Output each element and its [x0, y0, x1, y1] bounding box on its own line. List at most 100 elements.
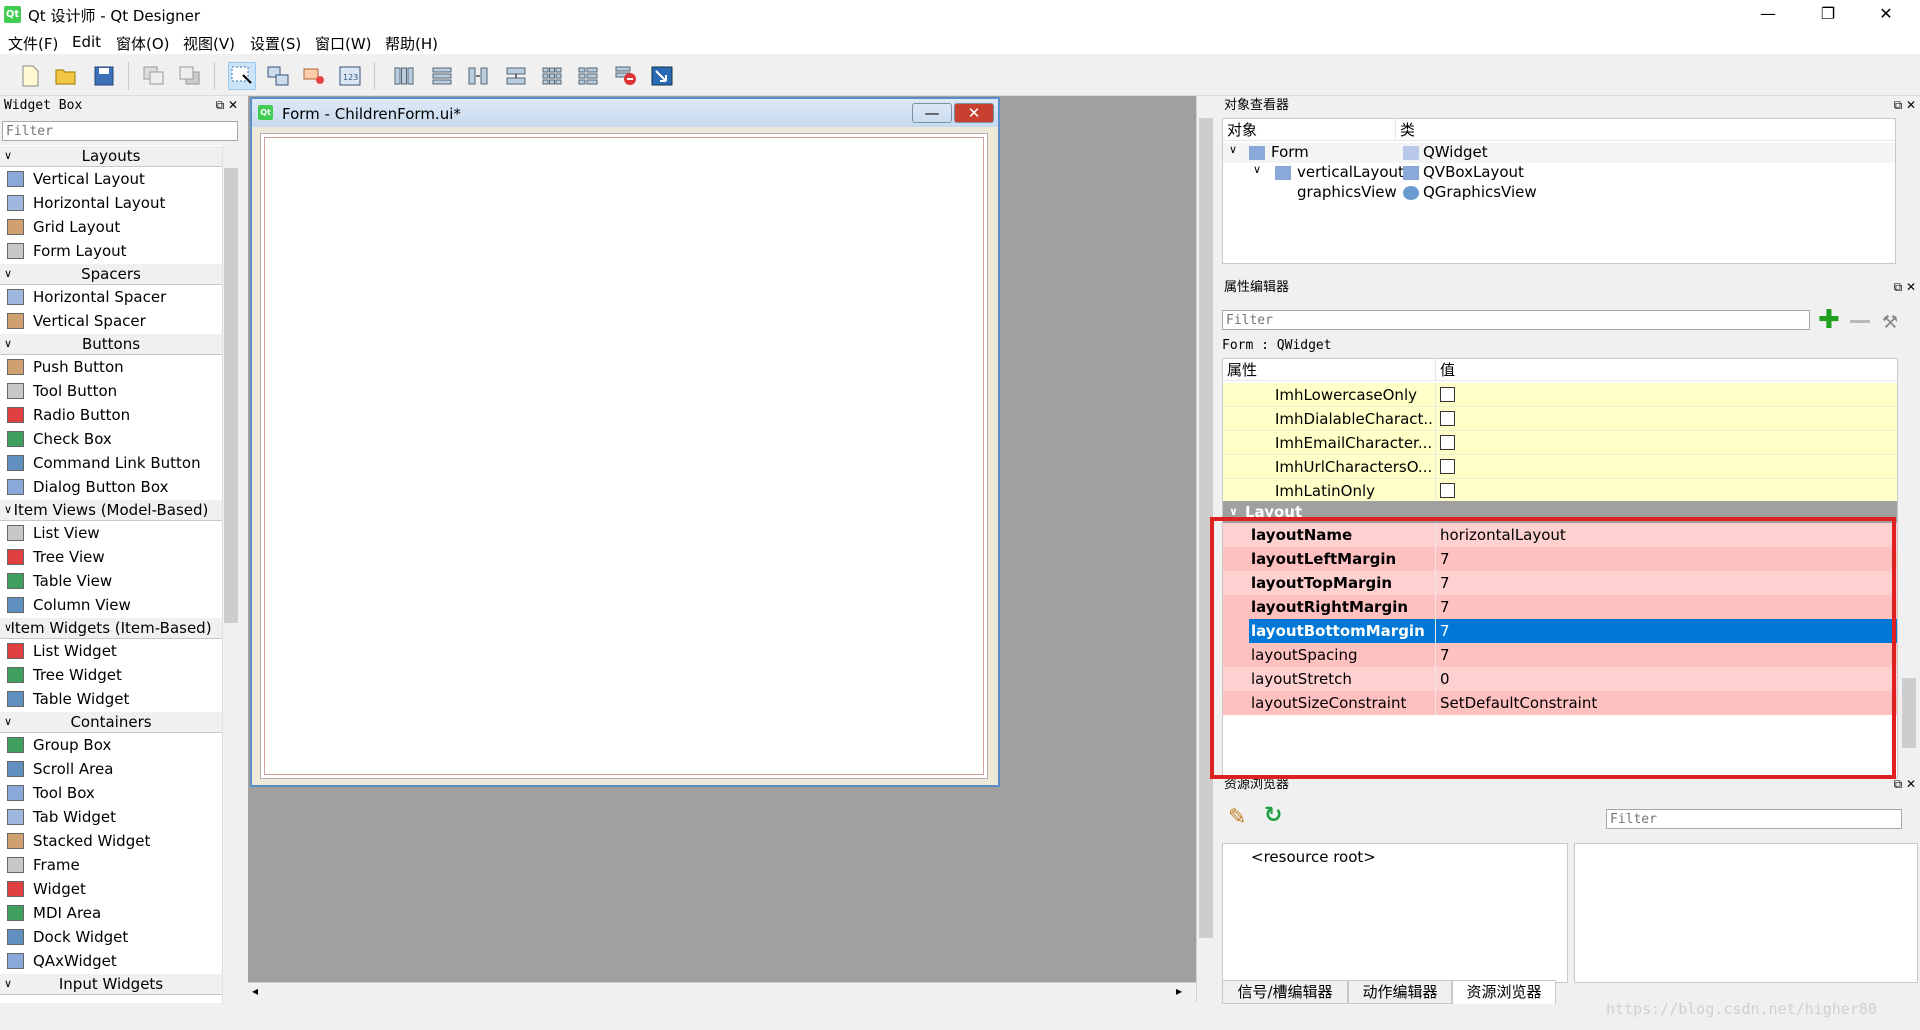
form-window-titlebar[interactable]: Qt Form - ChildrenForm.ui* — ✕ — [252, 99, 998, 127]
new-file-icon[interactable] — [16, 62, 44, 90]
widget-item[interactable]: MDI Area — [0, 901, 222, 925]
edit-buddies-icon[interactable] — [300, 62, 328, 90]
property-filter-input[interactable] — [1222, 310, 1810, 330]
widget-item[interactable]: Vertical Spacer — [0, 309, 222, 333]
break-layout-icon[interactable] — [612, 62, 640, 90]
widget-item[interactable]: Horizontal Spacer — [0, 285, 222, 309]
col-property-header[interactable]: 属性 — [1227, 359, 1257, 381]
property-checkbox[interactable] — [1440, 458, 1455, 474]
widget-item[interactable]: Column View — [0, 593, 222, 617]
menu-form[interactable]: 窗体(O) — [116, 33, 170, 54]
widget-item[interactable]: Check Box — [0, 427, 222, 451]
chevron-down-icon[interactable]: ∨ — [4, 712, 12, 732]
widget-category[interactable]: ∨ Layouts — [0, 145, 222, 167]
col-class-header[interactable]: 类 — [1395, 119, 1415, 141]
property-row[interactable]: ImhLatinOnly — [1223, 479, 1897, 503]
property-row[interactable]: ImhLowercaseOnly — [1223, 383, 1897, 407]
edit-signals-slots-icon[interactable] — [264, 62, 292, 90]
widget-item[interactable]: Scroll Area — [0, 757, 222, 781]
object-row-form[interactable]: ∨ Form QWidget — [1223, 143, 1895, 163]
layout-vertical-splitter-icon[interactable] — [502, 62, 530, 90]
widget-item[interactable]: Table Widget — [0, 687, 222, 711]
widget-item[interactable]: Tree Widget — [0, 663, 222, 687]
col-object-header[interactable]: 对象 — [1227, 119, 1257, 141]
col-value-header[interactable]: 值 — [1435, 359, 1455, 381]
object-row-verticallayout[interactable]: ∨ verticalLayout QVBoxLayout — [1223, 163, 1895, 183]
widget-list-scroll-thumb[interactable] — [224, 168, 238, 623]
property-value[interactable] — [1435, 455, 1897, 479]
dock-float-close-icons[interactable]: ⧉ ✕ — [216, 98, 238, 113]
dock-float-close-icons[interactable]: ⧉ ✕ — [1894, 98, 1916, 113]
property-checkbox[interactable] — [1440, 482, 1455, 498]
scroll-right-icon[interactable]: ▸ — [1176, 984, 1182, 998]
configure-icon[interactable]: ⚒ — [1882, 312, 1898, 333]
widget-filter-input[interactable] — [2, 121, 238, 141]
widget-item[interactable]: Radio Button — [0, 403, 222, 427]
reload-icon[interactable]: ↻ — [1264, 803, 1282, 828]
scroll-left-icon[interactable]: ◂ — [252, 984, 258, 998]
tab-signal-slot-editor[interactable]: 信号/槽编辑器 — [1222, 980, 1348, 1004]
widget-item[interactable]: Frame — [0, 853, 222, 877]
widget-category[interactable]: ∨ Containers — [0, 711, 222, 733]
edit-widgets-icon[interactable] — [228, 62, 256, 90]
widget-category[interactable]: ∨ Buttons — [0, 333, 222, 355]
widget-item[interactable]: Tab Widget — [0, 805, 222, 829]
widget-item[interactable]: QAxWidget — [0, 949, 222, 973]
layout-horizontal-splitter-icon[interactable] — [464, 62, 492, 90]
widget-item[interactable]: Tree View — [0, 545, 222, 569]
widget-item[interactable]: Widget — [0, 877, 222, 901]
widget-item[interactable]: Grid Layout — [0, 215, 222, 239]
tab-action-editor[interactable]: 动作编辑器 — [1348, 980, 1452, 1004]
widget-category[interactable]: ∨ Spacers — [0, 263, 222, 285]
menu-help[interactable]: 帮助(H) — [385, 33, 438, 54]
widget-item[interactable]: Stacked Widget — [0, 829, 222, 853]
widget-item[interactable]: Table View — [0, 569, 222, 593]
menu-settings[interactable]: 设置(S) — [250, 33, 301, 54]
property-value[interactable] — [1435, 407, 1897, 431]
bring-to-front-icon[interactable] — [140, 62, 168, 90]
chevron-down-icon[interactable]: ∨ — [1229, 143, 1237, 156]
resource-filter-input[interactable] — [1606, 809, 1902, 829]
close-button[interactable]: ✕ — [1858, 0, 1914, 30]
dock-float-close-icons[interactable]: ⧉ ✕ — [1894, 777, 1916, 792]
menu-file[interactable]: 文件(F) — [8, 33, 58, 54]
send-to-back-icon[interactable] — [176, 62, 204, 90]
adjust-size-icon[interactable] — [648, 62, 676, 90]
object-row-graphicsview[interactable]: graphicsView QGraphicsView — [1223, 183, 1895, 203]
form-close-button[interactable]: ✕ — [954, 103, 994, 123]
widget-item[interactable]: List Widget — [0, 639, 222, 663]
property-row[interactable]: ImhEmailCharacter... — [1223, 431, 1897, 455]
property-value[interactable] — [1435, 383, 1897, 407]
property-scroll-thumb[interactable] — [1902, 678, 1916, 748]
restore-button[interactable]: ❐ — [1800, 0, 1856, 30]
property-checkbox[interactable] — [1440, 386, 1455, 402]
layout-grid-icon[interactable] — [538, 62, 566, 90]
minimize-button[interactable]: — — [1740, 0, 1796, 30]
layout-vertical-icon[interactable] — [428, 62, 456, 90]
chevron-down-icon[interactable]: ∨ — [1253, 163, 1261, 176]
edit-resources-icon[interactable]: ✎ — [1228, 805, 1246, 830]
mdi-horizontal-scrollbar[interactable]: ◂ ▸ — [248, 982, 1196, 1002]
menu-edit[interactable]: Edit — [72, 33, 101, 51]
menu-view[interactable]: 视图(V) — [183, 33, 235, 54]
tab-resource-browser[interactable]: 资源浏览器 — [1452, 980, 1556, 1004]
widget-item[interactable]: Vertical Layout — [0, 167, 222, 191]
property-value[interactable] — [1435, 431, 1897, 455]
widget-item[interactable]: Tool Button — [0, 379, 222, 403]
save-file-icon[interactable] — [90, 62, 118, 90]
edit-tab-order-icon[interactable]: 123 — [336, 62, 364, 90]
property-checkbox[interactable] — [1440, 410, 1455, 426]
add-property-icon[interactable]: ✚ — [1818, 307, 1840, 333]
chevron-down-icon[interactable]: ∨ — [4, 264, 12, 284]
property-row[interactable]: ImhUrlCharactersO... — [1223, 455, 1897, 479]
property-checkbox[interactable] — [1440, 434, 1455, 450]
widget-item[interactable]: Group Box — [0, 733, 222, 757]
chevron-down-icon[interactable]: ∨ — [4, 146, 12, 166]
dock-float-close-icons[interactable]: ⧉ ✕ — [1894, 280, 1916, 295]
chevron-down-icon[interactable]: ∨ — [4, 974, 12, 994]
widget-category[interactable]: ∨ Item Widgets (Item-Based) — [0, 617, 222, 639]
layout-horizontal-icon[interactable] — [390, 62, 418, 90]
widget-category[interactable]: ∨ Item Views (Model-Based) — [0, 499, 222, 521]
property-row[interactable]: ImhDialableCharact... — [1223, 407, 1897, 431]
widget-category[interactable]: ∨ Input Widgets — [0, 973, 222, 995]
